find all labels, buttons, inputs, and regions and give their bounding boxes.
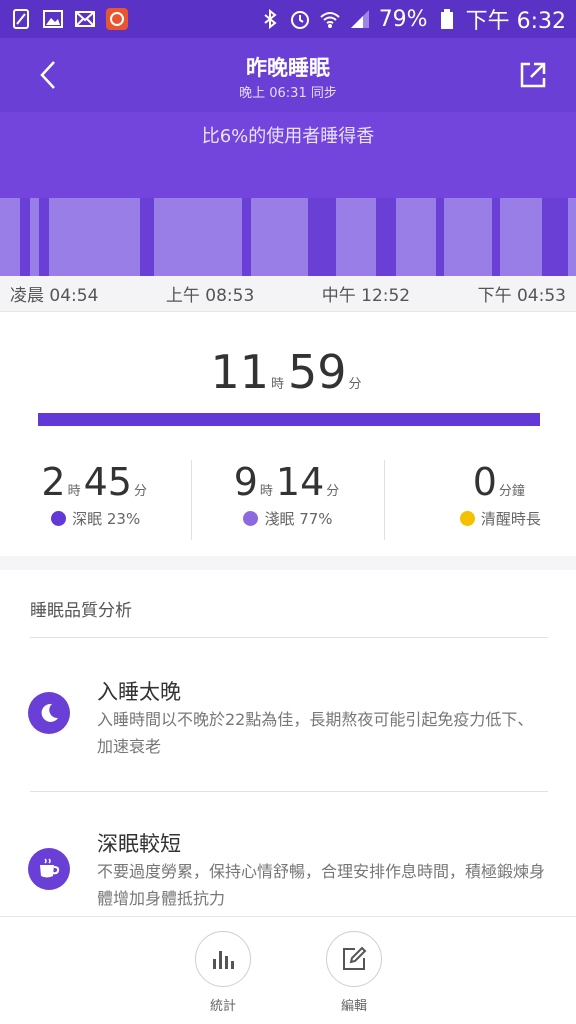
analysis-heading: 睡眠品質分析 bbox=[30, 601, 132, 621]
share-icon bbox=[520, 62, 546, 88]
light-minutes: 14 bbox=[275, 460, 325, 504]
awake-stat: 0 分鐘 清醒時長 bbox=[383, 460, 576, 540]
share-button[interactable] bbox=[518, 60, 548, 90]
light-sleep-label: 淺眠 77% bbox=[264, 510, 333, 528]
bluetooth-icon bbox=[259, 8, 281, 30]
section-gap bbox=[0, 556, 576, 570]
gallery-icon bbox=[42, 8, 64, 30]
light-sleep-dot bbox=[243, 511, 259, 526]
light-minutes-unit: 分 bbox=[326, 484, 340, 499]
bar-chart-icon bbox=[213, 951, 234, 969]
mail-icon bbox=[74, 8, 96, 30]
mi-fit-app-icon bbox=[106, 8, 128, 30]
analysis-item-title: 深眠較短 bbox=[97, 832, 181, 856]
coffee-cup-icon bbox=[28, 848, 70, 890]
deep-sleep-label: 深眠 23% bbox=[72, 510, 141, 528]
battery-percent: 79% bbox=[378, 6, 428, 32]
sleep-stage-chart[interactable] bbox=[0, 198, 576, 276]
total-hours: 11 bbox=[210, 345, 269, 399]
deep-sleep-stat: 2 時45 分 深眠 23% bbox=[0, 460, 191, 540]
timeline-label: 上午 08:53 bbox=[165, 286, 255, 306]
bottom-nav: 統計 編輯 bbox=[0, 916, 576, 1024]
sleep-banner: 比6%的使用者睡得香 bbox=[0, 112, 576, 276]
awake-dot bbox=[459, 511, 475, 526]
sleep-stats: 2 時45 分 深眠 23% 9 時14 分 淺眠 77% 0 分鐘 清醒時長 bbox=[0, 460, 576, 540]
moon-icon bbox=[28, 692, 70, 734]
stats-label[interactable]: 統計 bbox=[195, 995, 251, 1014]
alarm-icon bbox=[289, 8, 311, 30]
sync-time: 晚上 06:31 同步 bbox=[239, 86, 337, 101]
total-sleep-bar bbox=[38, 413, 540, 426]
phone-icon bbox=[10, 8, 32, 30]
deep-minutes: 45 bbox=[83, 460, 132, 504]
analysis-item-title: 入睡太晚 bbox=[97, 680, 181, 704]
page-title: 昨晚睡眠 bbox=[246, 56, 330, 80]
light-sleep-stat: 9 時14 分 淺眠 77% bbox=[191, 460, 383, 540]
app-header: 昨晚睡眠 晚上 06:31 同步 bbox=[0, 38, 576, 112]
deep-hours-unit: 時 bbox=[67, 484, 81, 499]
minutes-unit: 分 bbox=[348, 377, 362, 392]
light-hours: 9 bbox=[233, 460, 258, 504]
timeline-axis: 凌晨 04:54 上午 08:53 中午 12:52 下午 04:53 bbox=[0, 276, 576, 312]
deep-hours: 2 bbox=[41, 460, 66, 504]
wifi-icon bbox=[319, 8, 341, 30]
awake-label: 清醒時長 bbox=[480, 510, 541, 528]
ranking-text: 比6%的使用者睡得香 bbox=[201, 126, 375, 147]
deep-sleep-dot bbox=[51, 511, 67, 526]
timeline-label: 凌晨 04:54 bbox=[10, 286, 99, 306]
light-sleep-segments bbox=[0, 198, 576, 276]
analysis-item-desc: 入睡時間以不晚於22點為佳，長期熬夜可能引起免疫力低下、加速衰老 bbox=[97, 710, 534, 756]
edit-button[interactable] bbox=[326, 931, 382, 987]
awake-minutes-unit: 分鐘 bbox=[498, 484, 525, 499]
divider bbox=[30, 791, 548, 792]
light-hours-unit: 時 bbox=[259, 484, 273, 499]
awake-minutes: 0 bbox=[472, 460, 497, 504]
status-bar: 79% 下午 6:32 bbox=[0, 0, 576, 38]
clock: 下午 6:32 bbox=[465, 9, 566, 34]
deep-minutes-unit: 分 bbox=[133, 484, 147, 499]
analysis-item-desc: 不要過度勞累，保持心情舒暢，合理安排作息時間，積極鍛煉身體增加身體抵抗力 bbox=[97, 862, 546, 908]
edit-icon bbox=[343, 946, 367, 970]
total-minutes: 59 bbox=[288, 345, 347, 399]
edit-label[interactable]: 編輯 bbox=[326, 995, 382, 1014]
total-sleep: 11 時 59 分 bbox=[0, 345, 576, 399]
stats-button[interactable] bbox=[195, 931, 251, 987]
divider bbox=[30, 637, 548, 638]
hours-unit: 時 bbox=[270, 377, 284, 392]
timeline-label: 下午 04:53 bbox=[477, 286, 566, 306]
signal-icon bbox=[349, 8, 371, 30]
timeline-label: 中午 12:52 bbox=[321, 286, 411, 306]
battery-icon bbox=[436, 8, 458, 30]
